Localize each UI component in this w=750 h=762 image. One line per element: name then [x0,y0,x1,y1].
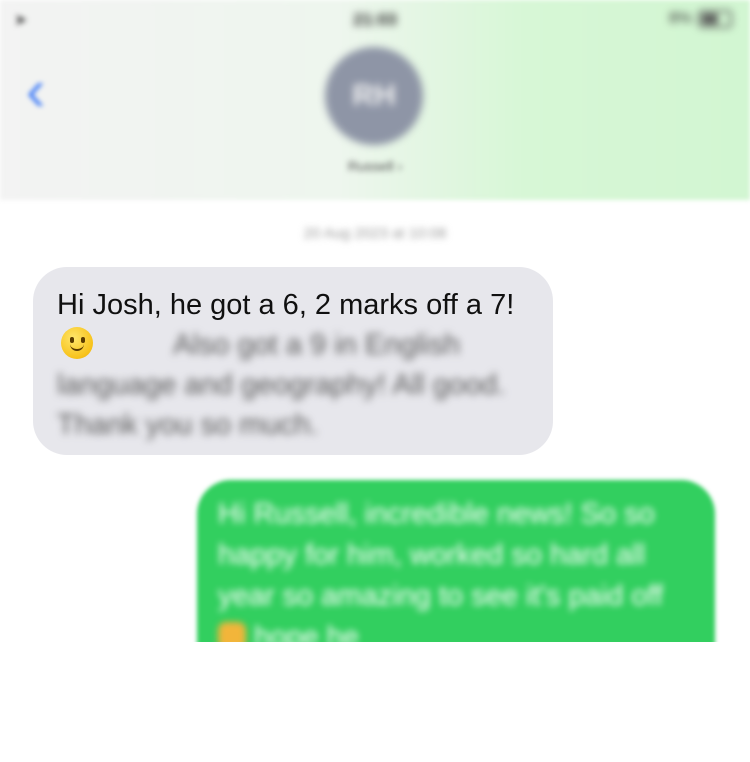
outgoing-message-area: Hi Russell, incredible news! So so happy… [0,0,750,642]
outgoing-text-part1: Hi Russell, incredible news! So so happy… [218,498,664,612]
outgoing-text-part2: hope he [254,621,359,642]
outgoing-message-text: Hi Russell, incredible news! So so happy… [218,494,698,642]
thumbs-up-icon [218,622,246,642]
